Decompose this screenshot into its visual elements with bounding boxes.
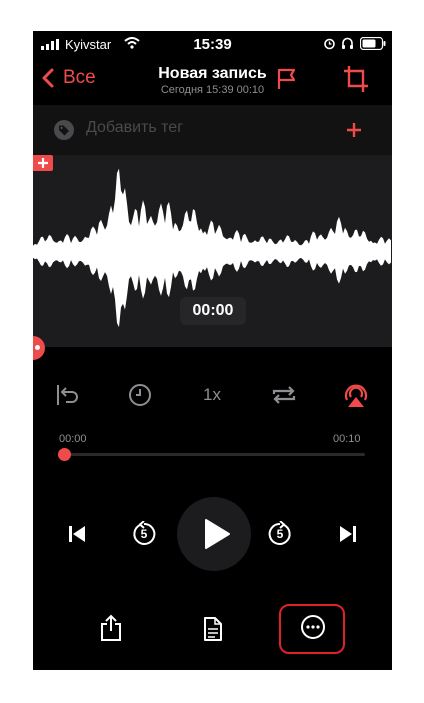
battery-icon xyxy=(360,37,386,50)
add-marker-button[interactable] xyxy=(33,155,53,171)
recording-subtitle: Сегодня 15:39 00:10 xyxy=(160,84,265,96)
tag-icon xyxy=(54,120,74,140)
transcript-button[interactable] xyxy=(203,616,223,642)
undo-icon xyxy=(57,385,78,405)
headphones-icon xyxy=(342,37,353,49)
progress-knob[interactable] xyxy=(58,448,71,461)
previous-button[interactable] xyxy=(67,524,87,544)
phone-screen: Kyivstar 15:39 Все Новая запись Сегодня … xyxy=(33,31,392,670)
status-bar: Kyivstar 15:39 xyxy=(33,31,392,57)
clock-icon xyxy=(129,384,151,406)
skip-forward-seconds: 5 xyxy=(276,527,284,541)
add-tag-plus-icon[interactable] xyxy=(346,122,362,138)
airplay-button[interactable] xyxy=(336,375,376,415)
elapsed-time: 00:00 xyxy=(59,433,87,445)
flag-icon[interactable] xyxy=(276,67,298,91)
total-time: 00:10 xyxy=(333,433,361,445)
recording-title[interactable]: Новая запись xyxy=(33,65,392,83)
clock: 15:39 xyxy=(193,36,232,53)
more-button[interactable] xyxy=(300,614,326,640)
play-button[interactable] xyxy=(201,518,231,550)
next-button[interactable] xyxy=(338,524,358,544)
repeat-icon xyxy=(272,386,296,404)
skip-back-button[interactable]: 5 xyxy=(131,521,157,547)
repeat-button[interactable] xyxy=(264,375,304,415)
add-tag-input[interactable]: Добавить тег xyxy=(86,119,183,137)
skip-forward-button[interactable]: 5 xyxy=(267,521,293,547)
airplay-icon xyxy=(344,384,368,407)
plus-icon xyxy=(38,158,48,168)
undo-button[interactable] xyxy=(48,375,88,415)
progress-track[interactable] xyxy=(65,453,365,456)
history-button[interactable] xyxy=(120,375,160,415)
speed-button[interactable]: 1x xyxy=(192,375,232,415)
current-time-label: 00:00 xyxy=(192,302,234,319)
crop-icon[interactable] xyxy=(343,65,369,93)
share-button[interactable] xyxy=(99,614,123,642)
alarm-icon xyxy=(324,38,335,50)
skip-back-seconds: 5 xyxy=(140,527,148,541)
